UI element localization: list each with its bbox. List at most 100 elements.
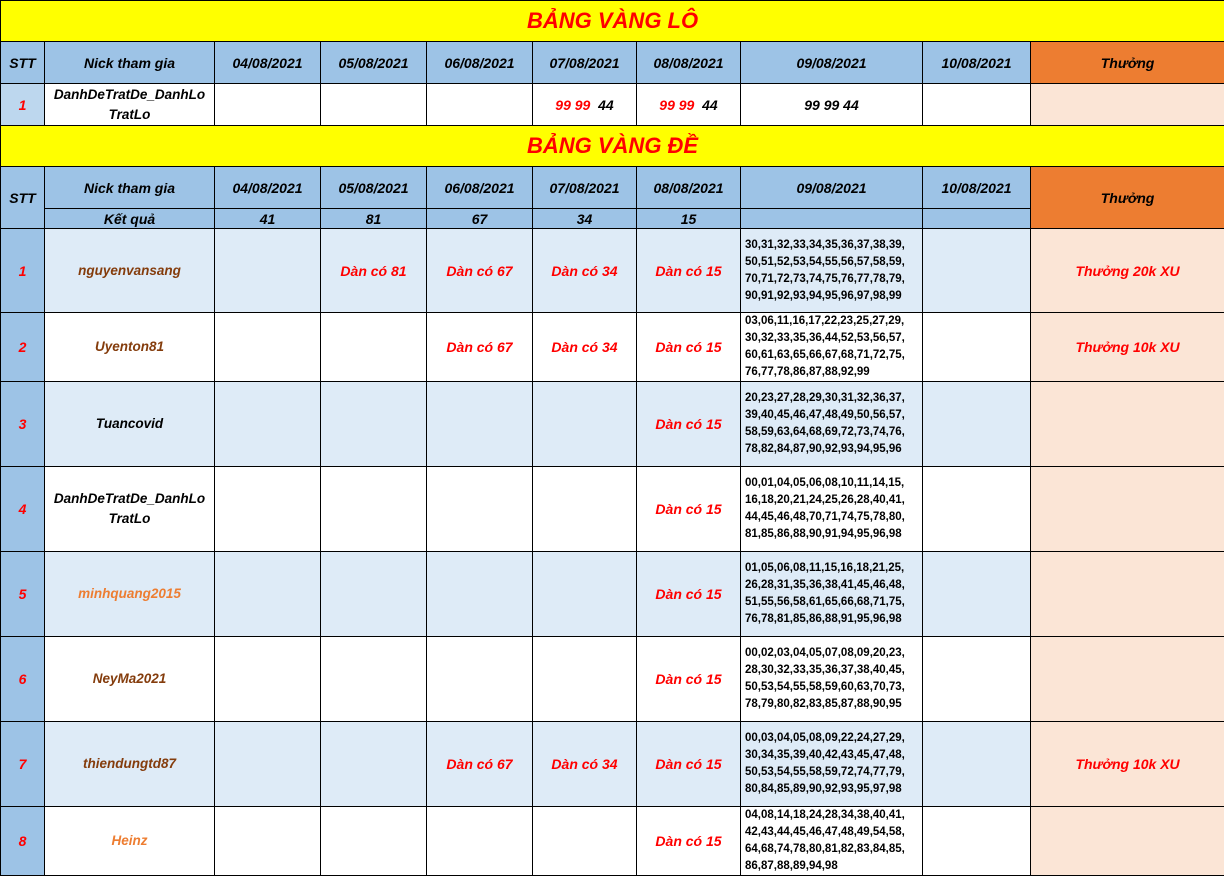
pick-cell bbox=[321, 467, 427, 552]
reward-cell: Thưởng 20k XU bbox=[1031, 229, 1224, 313]
empty-cell bbox=[923, 84, 1031, 126]
empty-cell bbox=[215, 807, 321, 876]
empty-cell bbox=[215, 382, 321, 467]
empty-cell bbox=[923, 467, 1031, 552]
empty-cell bbox=[215, 552, 321, 637]
pick-cell: Dàn có 15 bbox=[637, 382, 741, 467]
lo-pick-red: 99 99 bbox=[555, 97, 590, 113]
empty-cell bbox=[215, 84, 321, 126]
pick-cell bbox=[427, 637, 533, 722]
number-list-cell: 03,06,11,16,17,22,23,25,27,29, 30,32,33,… bbox=[741, 313, 923, 382]
ket-qua-value: 67 bbox=[427, 209, 533, 229]
de-row: 2 Uyenton81 Dàn có 67 Dàn có 34 Dàn có 1… bbox=[1, 313, 1224, 382]
number-list-cell: 00,01,04,05,06,08,10,11,14,15, 16,18,20,… bbox=[741, 467, 923, 552]
empty-cell bbox=[923, 637, 1031, 722]
ket-qua-value: 81 bbox=[321, 209, 427, 229]
empty-cell bbox=[923, 552, 1031, 637]
de-header-stt: STT bbox=[1, 167, 45, 229]
empty-cell bbox=[923, 313, 1031, 382]
de-header-nick: Nick tham gia bbox=[45, 167, 215, 209]
empty-cell bbox=[215, 313, 321, 382]
empty-cell bbox=[215, 637, 321, 722]
reward-cell bbox=[1031, 552, 1224, 637]
pick-cell: Dàn có 15 bbox=[637, 313, 741, 382]
number-list-cell: 00,03,04,05,08,09,22,24,27,29, 30,34,35,… bbox=[741, 722, 923, 807]
nick-cell: thiendungtd87 bbox=[45, 722, 215, 807]
lo-header-date: 06/08/2021 bbox=[427, 42, 533, 84]
lo-row: 1 DanhDeTratDe_DanhLo TratLo 99 99 44 99… bbox=[1, 84, 1224, 126]
lo-header-nick: Nick tham gia bbox=[45, 42, 215, 84]
ket-qua-label: Kết quả bbox=[45, 209, 215, 229]
row-stt: 1 bbox=[1, 84, 45, 126]
lo-pick-cell: 99 99 44 bbox=[741, 84, 923, 126]
lo-header-date: 08/08/2021 bbox=[637, 42, 741, 84]
reward-cell: Thưởng 10k XU bbox=[1031, 722, 1224, 807]
reward-cell bbox=[1031, 467, 1224, 552]
nick-cell: nguyenvansang bbox=[45, 229, 215, 313]
lo-header-date: 04/08/2021 bbox=[215, 42, 321, 84]
pick-cell bbox=[427, 552, 533, 637]
de-header-reward: Thưởng bbox=[1031, 167, 1224, 229]
de-header-date: 04/08/2021 bbox=[215, 167, 321, 209]
number-list-cell: 20,23,27,28,29,30,31,32,36,37, 39,40,45,… bbox=[741, 382, 923, 467]
lo-title: BẢNG VÀNG LÔ bbox=[1, 1, 1224, 42]
lo-header-date: 07/08/2021 bbox=[533, 42, 637, 84]
pick-cell bbox=[533, 637, 637, 722]
pick-cell: Dàn có 15 bbox=[637, 722, 741, 807]
pick-cell bbox=[533, 382, 637, 467]
lo-pick-cell: 99 99 44 bbox=[533, 84, 637, 126]
reward-cell: Thưởng 10k XU bbox=[1031, 313, 1224, 382]
nick-cell: DanhDeTratDe_DanhLo TratLo bbox=[45, 467, 215, 552]
de-row: 7 thiendungtd87 Dàn có 67 Dàn có 34 Dàn … bbox=[1, 722, 1224, 807]
lottery-leaderboard-table: BẢNG VÀNG LÔ STT Nick tham gia 04/08/202… bbox=[0, 0, 1224, 876]
lo-header-date: 09/08/2021 bbox=[741, 42, 923, 84]
pick-cell bbox=[321, 807, 427, 876]
de-row: 1 nguyenvansang Dàn có 81 Dàn có 67 Dàn … bbox=[1, 229, 1224, 313]
de-header-date: 08/08/2021 bbox=[637, 167, 741, 209]
lo-pick-red: 99 99 bbox=[659, 97, 694, 113]
pick-cell: Dàn có 34 bbox=[533, 229, 637, 313]
empty-cell bbox=[215, 722, 321, 807]
pick-cell: Dàn có 15 bbox=[637, 552, 741, 637]
nick-cell: DanhDeTratDe_DanhLo TratLo bbox=[45, 84, 215, 126]
pick-cell: Dàn có 81 bbox=[321, 229, 427, 313]
pick-cell bbox=[321, 552, 427, 637]
empty-cell bbox=[923, 382, 1031, 467]
reward-cell bbox=[1031, 807, 1224, 876]
ket-qua-value: 41 bbox=[215, 209, 321, 229]
empty-cell bbox=[215, 467, 321, 552]
number-list-cell: 00,02,03,04,05,07,08,09,20,23, 28,30,32,… bbox=[741, 637, 923, 722]
de-row: 3 Tuancovid Dàn có 15 20,23,27,28,29,30,… bbox=[1, 382, 1224, 467]
lo-pick-black: 44 bbox=[702, 97, 718, 113]
ket-qua-value: 34 bbox=[533, 209, 637, 229]
row-stt: 8 bbox=[1, 807, 45, 876]
empty-cell bbox=[427, 84, 533, 126]
pick-cell bbox=[427, 467, 533, 552]
row-stt: 2 bbox=[1, 313, 45, 382]
reward-cell bbox=[1031, 84, 1224, 126]
pick-cell bbox=[533, 467, 637, 552]
row-stt: 5 bbox=[1, 552, 45, 637]
empty-cell bbox=[923, 722, 1031, 807]
lo-header-reward: Thưởng bbox=[1031, 42, 1224, 84]
lo-pick-black: 44 bbox=[598, 97, 614, 113]
number-list-cell: 01,05,06,08,11,15,16,18,21,25, 26,28,31,… bbox=[741, 552, 923, 637]
de-row: 8 Heinz Dàn có 15 04,08,14,18,24,28,34,3… bbox=[1, 807, 1224, 876]
row-stt: 1 bbox=[1, 229, 45, 313]
de-row: 4 DanhDeTratDe_DanhLo TratLo Dàn có 15 0… bbox=[1, 467, 1224, 552]
pick-cell: Dàn có 15 bbox=[637, 467, 741, 552]
empty-cell bbox=[923, 229, 1031, 313]
pick-cell bbox=[321, 382, 427, 467]
pick-cell bbox=[427, 807, 533, 876]
pick-cell: Dàn có 34 bbox=[533, 313, 637, 382]
de-header-date: 05/08/2021 bbox=[321, 167, 427, 209]
nick-cell: minhquang2015 bbox=[45, 552, 215, 637]
pick-cell: Dàn có 67 bbox=[427, 313, 533, 382]
pick-cell: Dàn có 67 bbox=[427, 722, 533, 807]
row-stt: 3 bbox=[1, 382, 45, 467]
de-row: 5 minhquang2015 Dàn có 15 01,05,06,08,11… bbox=[1, 552, 1224, 637]
row-stt: 7 bbox=[1, 722, 45, 807]
de-header-date: 10/08/2021 bbox=[923, 167, 1031, 209]
row-stt: 6 bbox=[1, 637, 45, 722]
row-stt: 4 bbox=[1, 467, 45, 552]
